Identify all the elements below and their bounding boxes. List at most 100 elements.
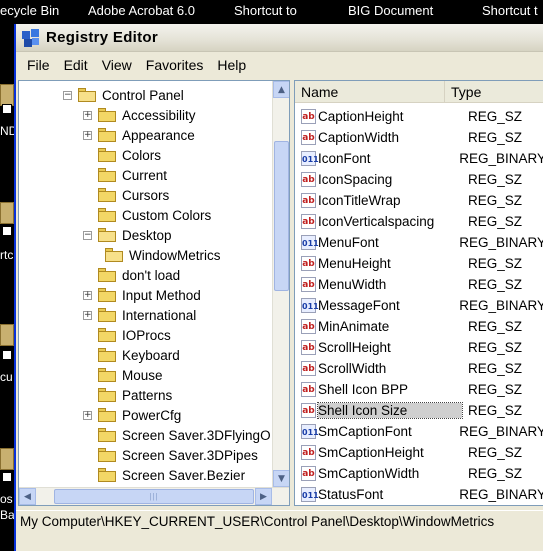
collapse-icon[interactable]: − bbox=[83, 230, 92, 240]
expand-icon[interactable]: + bbox=[83, 290, 92, 300]
expand-icon[interactable]: + bbox=[83, 130, 92, 140]
registry-value-row[interactable]: 011 IconFont REG_BINARY bbox=[295, 148, 543, 168]
tree-hscroll-thumb[interactable]: ||| bbox=[54, 489, 254, 504]
scroll-up-icon[interactable]: ▲ bbox=[273, 81, 289, 98]
values-list-pane[interactable]: Name Type ab CaptionHeight REG_SZ ab Caption… bbox=[294, 80, 543, 506]
tree-item[interactable]: IOProcs bbox=[83, 325, 172, 345]
folder-icon bbox=[98, 128, 116, 142]
tree-item[interactable]: Screen Saver.Bezier bbox=[83, 465, 246, 485]
key-tree-pane[interactable]: − Control Panel + Accessibility + Appearance C… bbox=[18, 80, 290, 506]
shortcut-arrow-icon bbox=[2, 104, 12, 114]
folder-icon bbox=[98, 268, 116, 282]
tree-item[interactable]: − Control Panel bbox=[63, 85, 185, 105]
tree-item[interactable]: don't load bbox=[83, 265, 181, 285]
tree-vertical-scrollbar[interactable]: ▲ ▼ bbox=[272, 81, 289, 487]
grip-icon: ||| bbox=[149, 492, 159, 501]
tree-item[interactable]: Screen Saver.3DFlyingO bbox=[83, 425, 272, 445]
tree-item-label: Current bbox=[122, 167, 168, 183]
registry-value-row[interactable]: ab MenuHeight REG_SZ bbox=[295, 253, 543, 273]
registry-value-row[interactable]: ab SmCaptionHeight REG_SZ bbox=[295, 442, 543, 462]
value-name: StatusFont bbox=[318, 486, 384, 502]
value-name: IconVerticalspacing bbox=[318, 213, 435, 229]
scroll-left-icon[interactable]: ◀ bbox=[19, 488, 36, 505]
tree-item[interactable]: Keyboard bbox=[83, 345, 181, 365]
menu-help[interactable]: Help bbox=[210, 57, 253, 73]
scroll-right-icon[interactable]: ▶ bbox=[255, 488, 272, 505]
expand-icon[interactable]: + bbox=[83, 110, 92, 120]
folder-icon bbox=[98, 448, 116, 462]
value-type: REG_SZ bbox=[468, 276, 523, 292]
title-bar[interactable]: Registry Editor bbox=[16, 24, 543, 52]
value-type: REG_SZ bbox=[468, 255, 523, 271]
registry-value-row[interactable]: ab MinAnimate REG_SZ bbox=[295, 316, 543, 336]
registry-value-row[interactable]: ab IconVerticalspacing REG_SZ bbox=[295, 211, 543, 231]
registry-value-row[interactable]: ab IconSpacing REG_SZ bbox=[295, 169, 543, 189]
registry-value-row[interactable]: 011 StatusFont REG_BINARY bbox=[295, 484, 543, 504]
registry-value-row[interactable]: 011 MessageFont REG_BINARY bbox=[295, 295, 543, 315]
tree-horizontal-scrollbar[interactable]: ◀ ||| ▶ bbox=[19, 487, 289, 505]
desktop-icon-3[interactable] bbox=[0, 324, 14, 346]
tree-scroll-thumb[interactable] bbox=[274, 141, 289, 291]
desktop-label-adobe: Adobe Acrobat 6.0 bbox=[88, 3, 195, 18]
tree-item[interactable]: Colors bbox=[83, 145, 162, 165]
expand-icon[interactable]: + bbox=[83, 310, 92, 320]
tree-item[interactable]: + Input Method bbox=[83, 285, 202, 305]
registry-value-row[interactable]: ab Shell Icon BPP REG_SZ bbox=[295, 379, 543, 399]
expand-icon[interactable]: + bbox=[83, 410, 92, 420]
folder-icon bbox=[98, 388, 116, 402]
tree-item[interactable]: + International bbox=[83, 305, 197, 325]
desktop-icon-4[interactable] bbox=[0, 448, 14, 470]
registry-value-row[interactable]: ab Shell Icon Size REG_SZ bbox=[295, 400, 543, 420]
tree-item[interactable]: + Accessibility bbox=[83, 105, 197, 125]
column-header-name[interactable]: Name bbox=[295, 81, 445, 102]
desktop-frag-4: os bbox=[0, 492, 13, 506]
menu-file[interactable]: File bbox=[20, 57, 57, 73]
value-name: ScrollHeight bbox=[318, 339, 391, 355]
tree-item-label: International bbox=[122, 307, 197, 323]
tree-item[interactable]: + PowerCfg bbox=[83, 405, 182, 425]
menu-favorites[interactable]: Favorites bbox=[139, 57, 211, 73]
value-name: IconFont bbox=[318, 150, 371, 166]
scroll-down-icon[interactable]: ▼ bbox=[273, 470, 289, 487]
menu-view[interactable]: View bbox=[95, 57, 139, 73]
window-title: Registry Editor bbox=[46, 29, 159, 46]
desktop-icon-1[interactable] bbox=[0, 84, 14, 106]
menu-edit[interactable]: Edit bbox=[57, 57, 95, 73]
value-type: REG_SZ bbox=[468, 171, 523, 187]
value-name: IconSpacing bbox=[318, 171, 393, 187]
tree-item[interactable]: Mouse bbox=[83, 365, 164, 385]
tree-item[interactable]: − Desktop bbox=[83, 225, 173, 245]
registry-value-row[interactable]: 011 MenuFont REG_BINARY bbox=[295, 232, 543, 252]
tree-item[interactable]: Custom Colors bbox=[83, 205, 212, 225]
value-name: CaptionWidth bbox=[318, 129, 400, 145]
string-value-icon: ab bbox=[301, 402, 316, 418]
desktop-icon-2[interactable] bbox=[0, 202, 14, 224]
tree-item-label: Patterns bbox=[122, 387, 173, 403]
tree-item-label: Cursors bbox=[122, 187, 170, 203]
collapse-icon[interactable]: − bbox=[63, 90, 72, 100]
registry-value-row[interactable]: ab IconTitleWrap REG_SZ bbox=[295, 190, 543, 210]
registry-value-row[interactable]: ab ScrollWidth REG_SZ bbox=[295, 358, 543, 378]
registry-value-row[interactable]: 011 SmCaptionFont REG_BINARY bbox=[295, 421, 543, 441]
value-name: MessageFont bbox=[318, 297, 400, 313]
open-folder-icon bbox=[78, 88, 96, 102]
folder-icon bbox=[98, 368, 116, 382]
column-header-type[interactable]: Type bbox=[445, 81, 543, 102]
tree-item[interactable]: Cursors bbox=[83, 185, 170, 205]
folder-icon bbox=[98, 208, 116, 222]
value-type: REG_SZ bbox=[468, 360, 523, 376]
registry-editor-window: Registry Editor File Edit View Favorites… bbox=[14, 24, 543, 551]
string-value-icon: ab bbox=[301, 213, 316, 229]
tree-item[interactable]: Current bbox=[83, 165, 168, 185]
registry-value-row[interactable]: ab ScrollHeight REG_SZ bbox=[295, 337, 543, 357]
tree-item[interactable]: Patterns bbox=[83, 385, 173, 405]
tree-item[interactable]: WindowMetrics bbox=[105, 245, 222, 265]
registry-value-row[interactable]: ab SmCaptionWidth REG_SZ bbox=[295, 463, 543, 483]
folder-icon bbox=[98, 188, 116, 202]
registry-value-row[interactable]: ab CaptionWidth REG_SZ bbox=[295, 127, 543, 147]
tree-item[interactable]: Screen Saver.3DPipes bbox=[83, 445, 259, 465]
registry-value-row[interactable]: ab MenuWidth REG_SZ bbox=[295, 274, 543, 294]
tree-item[interactable]: + Appearance bbox=[83, 125, 196, 145]
open-folder-icon bbox=[105, 248, 123, 262]
registry-value-row[interactable]: ab CaptionHeight REG_SZ bbox=[295, 106, 543, 126]
